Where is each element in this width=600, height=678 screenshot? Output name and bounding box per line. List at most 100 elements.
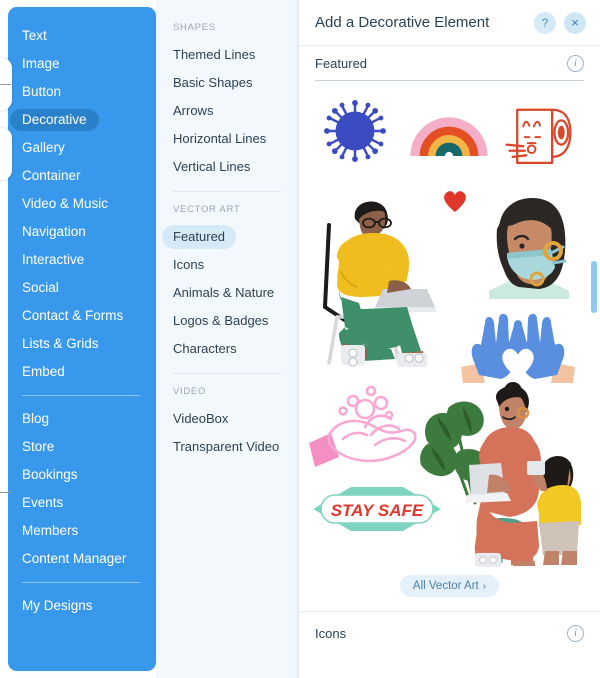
category-item-label: Basic Shapes <box>173 75 253 90</box>
sidebar-item-label: Button <box>22 83 62 99</box>
category-item-horizontal-lines[interactable]: Horizontal Lines <box>156 125 298 153</box>
sidebar-item-label: Content Manager <box>22 550 127 566</box>
virus-icon <box>324 100 386 162</box>
panel-header: Add a Decorative Element ? × <box>299 0 600 46</box>
heart-illustration[interactable] <box>442 189 468 213</box>
sidebar-item-label: Interactive <box>22 251 85 267</box>
all-vector-art-wrap: All Vector Art › <box>299 575 600 597</box>
sidebar-item-container[interactable]: Container <box>8 162 156 190</box>
sidebar-item-video-music[interactable]: Video & Music <box>8 190 156 218</box>
sidebar-item-events[interactable]: Events <box>8 489 156 517</box>
sidebar-item-interactive[interactable]: Interactive <box>8 246 156 274</box>
category-heading: VIDEO <box>173 386 207 397</box>
mother-and-child-icon <box>420 382 581 567</box>
page-title: Add a Decorative Element <box>315 14 490 31</box>
stay-safe-badge-icon: STAY SAFE <box>313 487 441 531</box>
masked-woman-illustration[interactable] <box>477 191 581 299</box>
sidebar-item-bookings[interactable]: Bookings <box>8 461 156 489</box>
sidebar-item-label: Bookings <box>22 466 78 482</box>
sidebar-item-decorative[interactable]: Decorative <box>8 106 156 134</box>
toilet-paper-illustration[interactable] <box>501 93 579 169</box>
stay-safe-badge[interactable]: STAY SAFE <box>311 483 443 535</box>
category-column: SHAPES Themed Lines Basic Shapes Arrows Hori… <box>156 0 298 678</box>
sidebar-item-text[interactable]: Text <box>8 22 156 50</box>
sidebar-item-members[interactable]: Members <box>8 517 156 545</box>
gloved-hands-heart-illustration[interactable] <box>459 313 577 385</box>
sidebar-item-navigation[interactable]: Navigation <box>8 218 156 246</box>
wix-editor-add-panel: Text Image Button Decorative Gallery Containe… <box>0 0 600 678</box>
sidebar-item-my-designs[interactable]: My Designs <box>8 592 156 620</box>
help-icon[interactable]: ? <box>534 11 556 34</box>
category-item-characters[interactable]: Characters <box>156 335 298 363</box>
sidebar-item-social[interactable]: Social <box>8 274 156 302</box>
category-item-videobox[interactable]: VideoBox <box>156 405 298 433</box>
toilet-paper-icon <box>505 108 572 165</box>
info-icon[interactable]: i <box>567 54 584 72</box>
category-item-label: Transparent Video <box>173 439 280 454</box>
sidebar-item-label: Lists & Grids <box>22 335 99 351</box>
stay-safe-text: STAY SAFE <box>331 501 424 520</box>
category-item-themed-lines[interactable]: Themed Lines <box>156 41 298 69</box>
category-item-basic-shapes[interactable]: Basic Shapes <box>156 69 298 97</box>
vector-art-grid: STAY SAFE <box>299 81 600 571</box>
sidebar-item-image[interactable]: Image <box>8 50 156 78</box>
mother-and-child-illustration[interactable] <box>417 379 583 567</box>
sidebar-item-content-manager[interactable]: Content Manager <box>8 545 156 573</box>
sidebar-item-embed[interactable]: Embed <box>8 358 156 386</box>
panel-scroll-body: Featured i STAY SAFE All Vector Art › Ic… <box>299 46 600 678</box>
featured-section-title: Featured <box>315 55 368 71</box>
sidebar-item-label: Blog <box>22 410 50 426</box>
chevron-right-icon: › <box>482 581 487 592</box>
category-item-label: Animals & Nature <box>173 285 275 300</box>
sidebar-item-label: Gallery <box>22 139 65 155</box>
panel-scrollbar[interactable] <box>591 46 597 678</box>
category-item-vertical-lines[interactable]: Vertical Lines <box>156 153 298 181</box>
sidebar-item-blog[interactable]: Blog <box>8 405 156 433</box>
washing-hands-illustration[interactable] <box>309 381 427 473</box>
sidebar-divider <box>22 395 140 396</box>
category-heading: SHAPES <box>173 22 216 33</box>
sidebar-item-label: Members <box>22 522 79 538</box>
scrollbar-thumb[interactable] <box>591 261 597 313</box>
sidebar-item-label: Embed <box>22 363 65 379</box>
sidebar-item-button[interactable]: Button <box>8 78 156 106</box>
sidebar-item-store[interactable]: Store <box>8 433 156 461</box>
man-with-laptop-icon <box>322 201 437 367</box>
sidebar-item-contact-forms[interactable]: Contact & Forms <box>8 302 156 330</box>
edge-tab-lower[interactable] <box>0 128 12 180</box>
sidebar-item-label: Decorative <box>10 108 99 132</box>
edge-divider-upper <box>0 84 11 85</box>
sidebar-item-label: Navigation <box>22 223 86 239</box>
sidebar-item-lists-grids[interactable]: Lists & Grids <box>8 330 156 358</box>
featured-section-header: Featured i <box>299 46 600 80</box>
sidebar-item-label: Contact & Forms <box>22 307 124 323</box>
icons-section-title: Icons <box>315 625 347 641</box>
category-item-label: VideoBox <box>173 411 229 426</box>
washing-hands-icon <box>309 385 417 467</box>
icons-section: Icons i <box>299 611 600 650</box>
sidebar-item-label: Text <box>22 27 47 43</box>
man-with-laptop-illustration[interactable] <box>311 177 439 367</box>
all-vector-art-button[interactable]: All Vector Art › <box>399 575 500 597</box>
edge-tab-strip <box>0 0 14 678</box>
heart-icon <box>444 191 466 212</box>
category-item-animals-nature[interactable]: Animals & Nature <box>156 279 298 307</box>
category-item-featured[interactable]: Featured <box>156 223 298 251</box>
primary-sidebar: Text Image Button Decorative Gallery Containe… <box>8 7 156 671</box>
gloved-hands-heart-icon <box>461 313 575 383</box>
sidebar-item-label: Video & Music <box>22 195 109 211</box>
sidebar-item-label: Image <box>22 55 60 71</box>
sidebar-item-gallery[interactable]: Gallery <box>8 134 156 162</box>
virus-illustration[interactable] <box>319 95 391 167</box>
category-item-arrows[interactable]: Arrows <box>156 97 298 125</box>
category-divider <box>173 373 281 374</box>
category-item-transparent-video[interactable]: Transparent Video <box>156 433 298 461</box>
masked-woman-icon <box>489 198 569 299</box>
category-heading: VECTOR ART <box>173 204 241 215</box>
icons-info-icon[interactable]: i <box>567 624 584 642</box>
close-icon[interactable]: × <box>564 11 586 34</box>
rainbow-illustration[interactable] <box>407 99 491 161</box>
category-item-label: Characters <box>173 341 237 356</box>
category-item-logos-badges[interactable]: Logos & Badges <box>156 307 298 335</box>
category-item-icons[interactable]: Icons <box>156 251 298 279</box>
